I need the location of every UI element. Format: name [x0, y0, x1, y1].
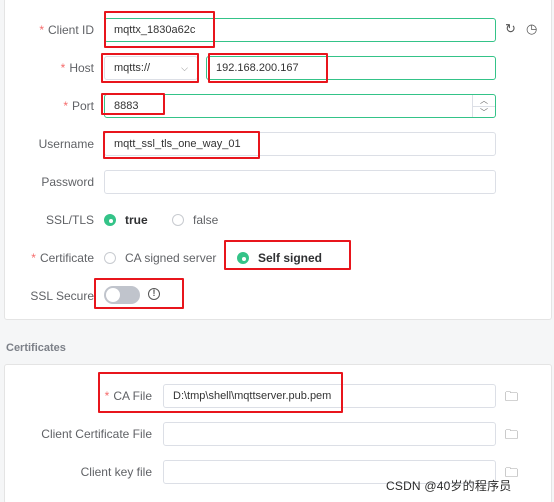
client-id-label: * Client ID	[39, 23, 94, 37]
ssl-secure-label: SSL Secure	[30, 289, 94, 303]
info-icon[interactable]: !	[148, 288, 160, 300]
certificate-self-label: Self signed	[258, 251, 323, 265]
client-id-input[interactable]: mqttx_1830a62c	[104, 18, 496, 42]
chevron-down-icon: ⌵	[181, 62, 188, 73]
radio-unselected-icon	[104, 252, 116, 264]
ssl-secure-toggle[interactable]	[104, 286, 140, 304]
refresh-icon[interactable]: ↻	[505, 21, 516, 37]
port-label: * Port	[63, 99, 94, 113]
radio-selected-icon	[104, 214, 116, 226]
clock-icon[interactable]: ◷	[526, 21, 537, 37]
ssl-tls-true-label: true	[125, 213, 148, 227]
password-input[interactable]	[104, 170, 496, 194]
host-label: * Host	[60, 61, 94, 75]
protocol-select[interactable]: mqtts:// ⌵	[104, 56, 198, 80]
ssl-tls-label: SSL/TLS	[45, 213, 94, 227]
client-cert-input[interactable]	[163, 422, 496, 446]
radio-unselected-icon	[172, 214, 184, 226]
ssl-tls-false-radio[interactable]: false	[172, 213, 218, 227]
certificate-ca-radio[interactable]: CA signed server	[104, 251, 216, 265]
username-label: Username	[38, 137, 94, 151]
certificate-label: * Certificate	[31, 251, 94, 265]
certificates-section-title: Certificates	[6, 342, 66, 354]
folder-icon[interactable]: 🗀	[505, 388, 518, 410]
stepper-down-icon[interactable]: ﹀	[473, 106, 495, 118]
connection-panel	[4, 0, 552, 320]
certificate-ca-label: CA signed server	[125, 251, 217, 265]
toggle-knob	[106, 288, 120, 302]
radio-selected-icon	[237, 252, 249, 264]
port-input[interactable]: 8883	[104, 94, 496, 118]
certificate-self-radio[interactable]: Self signed	[237, 251, 322, 265]
stepper-up-icon[interactable]: ︿	[473, 95, 495, 106]
host-input[interactable]: 192.168.200.167	[206, 56, 496, 80]
protocol-value: mqtts://	[114, 62, 151, 74]
ca-file-input[interactable]: D:\tmp\shell\mqttserver.pub.pem	[163, 384, 496, 408]
ssl-tls-true-radio[interactable]: true	[104, 213, 148, 227]
client-cert-label: Client Certificate File	[41, 427, 152, 441]
watermark: CSDN @40岁的程序员	[386, 479, 512, 493]
password-label: Password	[41, 175, 94, 189]
ca-file-label: * CA File	[104, 389, 152, 403]
port-value: 8883	[114, 100, 139, 112]
client-key-label: Client key file	[80, 465, 152, 479]
ssl-tls-false-label: false	[193, 213, 219, 227]
port-stepper[interactable]: ︿ ﹀	[472, 95, 495, 117]
folder-icon[interactable]: 🗀	[505, 426, 518, 448]
username-input[interactable]: mqtt_ssl_tls_one_way_01	[104, 132, 496, 156]
